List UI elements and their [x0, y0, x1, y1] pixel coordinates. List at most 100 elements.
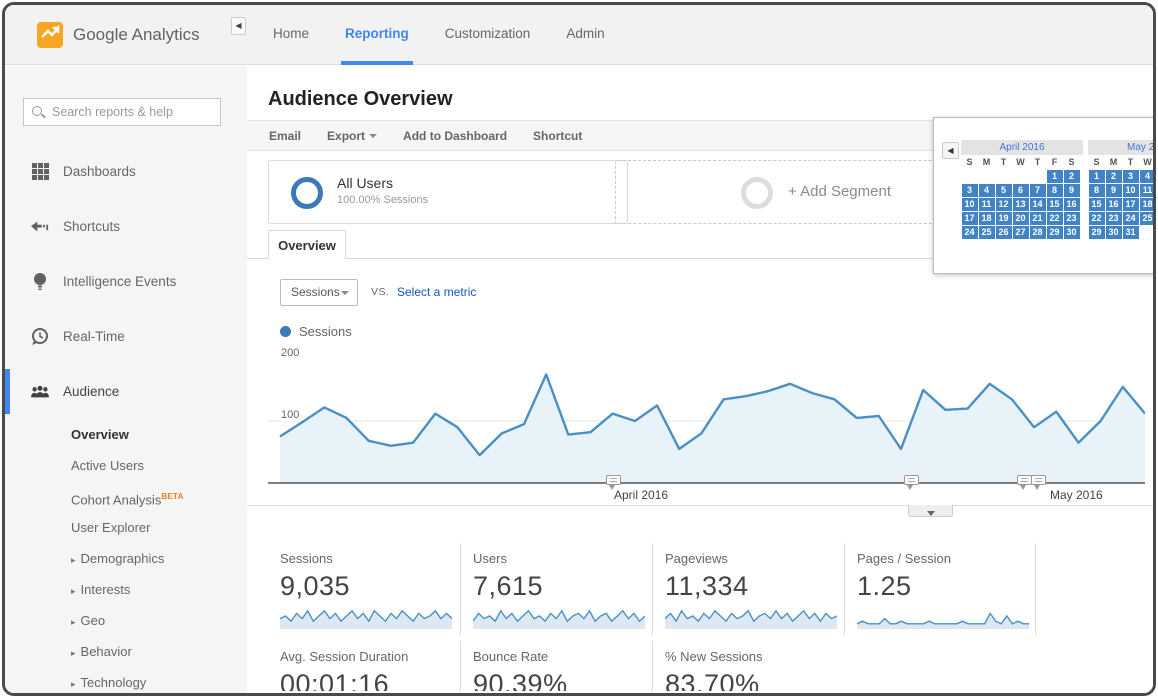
calendar-day-cell[interactable]: 29 [1047, 226, 1063, 239]
calendar-day-cell[interactable]: 22 [1089, 212, 1105, 225]
metric-label: Pages / Session [857, 551, 1021, 566]
calendar-day-cell[interactable]: 30 [1106, 226, 1122, 239]
toolbar-add-to-dashboard-button[interactable]: Add to Dashboard [403, 129, 507, 143]
calendar-day-cell[interactable]: 8 [1089, 184, 1105, 197]
sidebar-item-audience[interactable]: Audience [5, 364, 247, 419]
calendar-day-cell[interactable]: 11 [979, 198, 995, 211]
sessions-timeseries-chart[interactable]: 200 100 April 2016 May 2016 [268, 345, 1156, 520]
nav-item-reporting[interactable]: Reporting [327, 5, 427, 65]
calendar-day-cell[interactable]: 29 [1089, 226, 1105, 239]
nav-item-admin[interactable]: Admin [548, 5, 622, 65]
nav-item-home[interactable]: Home [255, 5, 327, 65]
metric-card-avg-session-duration[interactable]: Avg. Session Duration00:01:16 [268, 641, 460, 691]
calendar-day-cell[interactable]: 7 [1030, 184, 1046, 197]
chevron-down-icon [369, 134, 377, 138]
calendar-day-cell[interactable]: 14 [1030, 198, 1046, 211]
calendar-day-cell[interactable]: 4 [1140, 170, 1156, 183]
calendar-day-cell[interactable]: 1 [1047, 170, 1063, 183]
google-analytics-logo[interactable]: Google Analytics [37, 22, 200, 48]
calendar-day-cell[interactable]: 24 [962, 226, 978, 239]
toolbar-export-button[interactable]: Export [327, 129, 377, 143]
calendar-day-cell[interactable]: 9 [1106, 184, 1122, 197]
calendar-day-cell[interactable]: 23 [1064, 212, 1080, 225]
calendar-day-cell[interactable]: 1 [1089, 170, 1105, 183]
tab-overview[interactable]: Overview [268, 230, 346, 259]
annotation-marker-icon[interactable] [1031, 475, 1046, 485]
nav-item-customization[interactable]: Customization [427, 5, 549, 65]
calendar-day-cell[interactable]: 23 [1106, 212, 1122, 225]
select-a-metric-link[interactable]: Select a metric [397, 285, 476, 299]
calendar-day-cell[interactable]: 22 [1047, 212, 1063, 225]
calendar-day-cell[interactable]: 21 [1030, 212, 1046, 225]
annotation-marker-icon[interactable] [904, 475, 919, 485]
sidebar-subitem-overview[interactable]: Overview [5, 419, 247, 450]
metric-selector-dropdown[interactable]: Sessions [280, 279, 358, 306]
sidebar-subitem-demographics[interactable]: ▸Demographics [5, 543, 247, 574]
sidebar-subitem-user-explorer[interactable]: User Explorer [5, 512, 247, 543]
sidebar-subitem-behavior[interactable]: ▸Behavior [5, 636, 247, 667]
calendar-prev-month-button[interactable]: ◀ [942, 142, 959, 159]
annotation-marker-icon[interactable] [606, 475, 621, 485]
calendar-day-cell[interactable]: 2 [1106, 170, 1122, 183]
calendar-day-cell[interactable]: 8 [1047, 184, 1063, 197]
sidebar-item-label: Real-Time [63, 329, 125, 344]
calendar-day-cell[interactable]: 31 [1123, 226, 1139, 239]
sidebar-subitem-interests[interactable]: ▸Interests [5, 574, 247, 605]
metric-card-users[interactable]: Users7,615 [460, 543, 652, 635]
calendar-day-cell[interactable]: 12 [996, 198, 1012, 211]
metric-card-bounce-rate[interactable]: Bounce Rate90.39% [460, 641, 652, 691]
calendar-day-cell[interactable]: 27 [1013, 226, 1029, 239]
calendar-day-cell[interactable]: 3 [1123, 170, 1139, 183]
ytick-200: 200 [281, 347, 302, 359]
calendar-day-cell[interactable]: 5 [996, 184, 1012, 197]
metric-card-sessions[interactable]: Sessions9,035 [268, 543, 460, 635]
calendar-day-cell[interactable]: 25 [1140, 212, 1156, 225]
calendar-day-cell[interactable]: 13 [1013, 198, 1029, 211]
calendar-day-cell[interactable]: 3 [962, 184, 978, 197]
calendar-day-cell[interactable]: 10 [962, 198, 978, 211]
metric-card-pages-session[interactable]: Pages / Session1.25 [844, 543, 1036, 635]
calendar-day-cell[interactable]: 20 [1013, 212, 1029, 225]
calendar-day-cell[interactable]: 18 [979, 212, 995, 225]
toolbar-shortcut-button[interactable]: Shortcut [533, 129, 582, 143]
annotation-marker-icon[interactable] [1017, 475, 1032, 485]
date-range-calendar: ◀ April 2016SMTWTFS123456789101112131415… [933, 117, 1156, 274]
calendar-day-cell[interactable]: 28 [1030, 226, 1046, 239]
calendar-day-cell[interactable]: 24 [1123, 212, 1139, 225]
calendar-day-cell[interactable]: 18 [1140, 198, 1156, 211]
calendar-day-cell[interactable]: 16 [1106, 198, 1122, 211]
annotations-expander-button[interactable] [908, 505, 953, 517]
calendar-day-cell[interactable]: 30 [1064, 226, 1080, 239]
calendar-day-cell[interactable]: 2 [1064, 170, 1080, 183]
metric-card--new-sessions[interactable]: % New Sessions83.70% [652, 641, 844, 691]
calendar-day-cell[interactable]: 17 [962, 212, 978, 225]
segment-all-users[interactable]: All Users 100.00% Sessions [268, 160, 628, 224]
sidebar-subitem-technology[interactable]: ▸Technology [5, 667, 247, 696]
expand-arrow-icon: ▸ [71, 669, 76, 696]
sidebar-subitem-geo[interactable]: ▸Geo [5, 605, 247, 636]
calendar-day-cell[interactable]: 16 [1064, 198, 1080, 211]
calendar-day-cell[interactable]: 19 [996, 212, 1012, 225]
sidebar-item-shortcuts[interactable]: Shortcuts [5, 199, 247, 254]
sidebar-subitem-active-users[interactable]: Active Users [5, 450, 247, 481]
calendar-day-cell[interactable]: 4 [979, 184, 995, 197]
calendar-day-cell[interactable]: 25 [979, 226, 995, 239]
calendar-day-cell[interactable]: 15 [1089, 198, 1105, 211]
sidebar-item-real-time[interactable]: Real-Time [5, 309, 247, 364]
sidebar-collapse-button[interactable]: ◀ [231, 17, 246, 35]
calendar-day-cell[interactable]: 9 [1064, 184, 1080, 197]
search-input[interactable] [52, 99, 217, 125]
sidebar-item-dashboards[interactable]: Dashboards [5, 144, 247, 199]
calendar-day-cell[interactable]: 26 [996, 226, 1012, 239]
toolbar-email-button[interactable]: Email [269, 129, 301, 143]
sidebar-subitem-cohort-analysis[interactable]: Cohort AnalysisBETA [5, 481, 247, 512]
primary-nav-menu: HomeReportingCustomizationAdmin [255, 5, 623, 65]
sidebar-item-intelligence-events[interactable]: Intelligence Events [5, 254, 247, 309]
calendar-day-cell[interactable]: 15 [1047, 198, 1063, 211]
calendar-day-cell[interactable]: 6 [1013, 184, 1029, 197]
calendar-day-header: S [1088, 155, 1105, 169]
calendar-day-cell[interactable]: 10 [1123, 184, 1139, 197]
metric-card-pageviews[interactable]: Pageviews11,334 [652, 543, 844, 635]
calendar-day-cell[interactable]: 17 [1123, 198, 1139, 211]
calendar-day-cell[interactable]: 11 [1140, 184, 1156, 197]
